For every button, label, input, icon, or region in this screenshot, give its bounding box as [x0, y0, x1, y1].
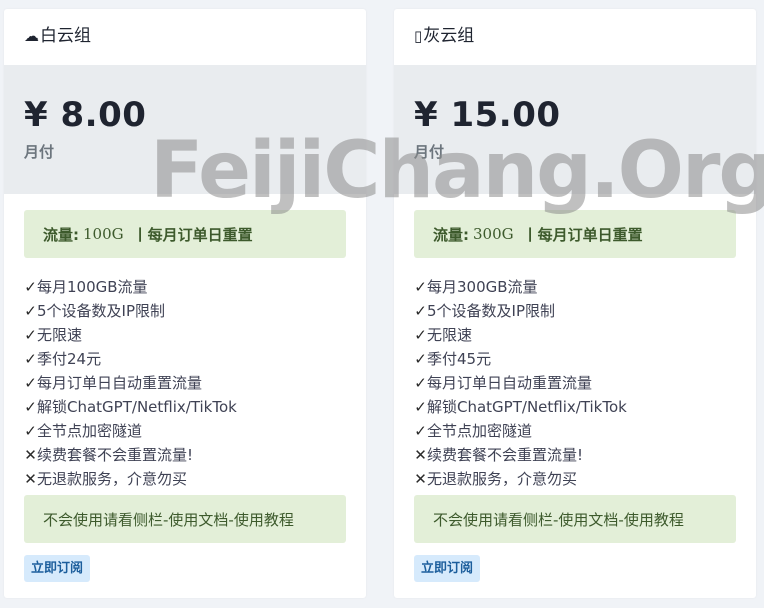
traffic-value: 300G — [473, 225, 514, 243]
feature-item: ✓ 每月100GB流量 — [24, 275, 366, 299]
plan-header: ▯ 灰云组 — [394, 9, 756, 65]
feature-item: ✓ 无限速 — [24, 323, 366, 347]
feature-item: ✕ 续费套餐不会重置流量! — [414, 443, 756, 467]
check-icon: ✓ — [414, 374, 427, 392]
cross-icon: ✕ — [414, 446, 427, 464]
subscribe-button[interactable]: 立即订阅 — [414, 555, 481, 582]
price-band: ¥ 8.00 月付 — [4, 65, 366, 194]
cross-icon: ✕ — [24, 446, 37, 464]
feature-text: 续费套餐不会重置流量! — [427, 446, 584, 464]
check-icon: ✓ — [24, 374, 37, 392]
feature-item: ✓ 全节点加密隧道 — [414, 419, 756, 443]
traffic-value: 100G — [83, 225, 124, 243]
feature-item: ✓ 解锁ChatGPT/Netflix/TikTok — [414, 395, 756, 419]
feature-item: ✕ 无退款服务，介意勿买 — [24, 467, 366, 491]
subscribe-button[interactable]: 立即订阅 — [24, 555, 91, 582]
feature-text: 5个设备数及IP限制 — [37, 302, 166, 320]
plan-card: ☁ 白云组 ¥ 8.00 月付 流量: 100G 丨每月订单日重置 ✓ 每月100… — [4, 9, 366, 598]
check-icon: ✓ — [24, 326, 37, 344]
reset-note: 丨每月订单日重置 — [522, 225, 643, 244]
feature-item: ✓ 全节点加密隧道 — [24, 419, 366, 443]
plan-header: ☁ 白云组 — [4, 9, 366, 65]
feature-item: ✓ 5个设备数及IP限制 — [24, 299, 366, 323]
feature-text: 季付24元 — [37, 350, 102, 368]
feature-text: 解锁ChatGPT/Netflix/TikTok — [37, 398, 237, 416]
feature-text: 季付45元 — [427, 350, 492, 368]
reset-note: 丨每月订单日重置 — [132, 225, 253, 244]
feature-text: 无限速 — [37, 326, 83, 344]
plan-name: 灰云组 — [423, 26, 475, 46]
billing-period: 月付 — [24, 143, 55, 161]
feature-text: 5个设备数及IP限制 — [427, 302, 556, 320]
feature-item: ✓ 每月订单日自动重置流量 — [24, 371, 366, 395]
cross-icon: ✕ — [24, 470, 37, 488]
feature-text: 续费套餐不会重置流量! — [37, 446, 194, 464]
check-icon: ✓ — [24, 350, 37, 368]
feature-text: 每月订单日自动重置流量 — [37, 374, 203, 392]
plan-name: 白云组 — [40, 26, 91, 46]
cloud-icon: ☁ — [24, 27, 39, 45]
feature-text: 每月300GB流量 — [427, 278, 538, 296]
feature-text: 全节点加密隧道 — [427, 422, 533, 440]
traffic-label: 流量: — [433, 225, 469, 244]
feature-item: ✓ 季付24元 — [24, 347, 366, 371]
check-icon: ✓ — [414, 326, 427, 344]
plan-price: ¥ 8.00 — [24, 95, 147, 135]
feature-list: ✓ 每月100GB流量 ✓ 5个设备数及IP限制 ✓ 无限速 ✓ 季付24元 ✓ 每月订单… — [24, 275, 366, 491]
check-icon: ✓ — [24, 302, 37, 320]
plan-price: ¥ 15.00 — [414, 95, 561, 135]
feature-item: ✕ 无退款服务，介意勿买 — [414, 467, 756, 491]
check-icon: ✓ — [24, 278, 37, 296]
traffic-label: 流量: — [43, 225, 79, 244]
traffic-alert: 流量: 300G 丨每月订单日重置 — [414, 210, 736, 258]
feature-text: 无退款服务，介意勿买 — [37, 470, 188, 488]
feature-text: 无退款服务，介意勿买 — [427, 470, 578, 488]
feature-text: 解锁ChatGPT/Netflix/TikTok — [427, 398, 627, 416]
plans-page: ☁ 白云组 ¥ 8.00 月付 流量: 100G 丨每月订单日重置 ✓ 每月100… — [0, 0, 764, 608]
feature-text: 每月订单日自动重置流量 — [427, 374, 593, 392]
feature-item: ✓ 无限速 — [414, 323, 756, 347]
feature-text: 无限速 — [427, 326, 473, 344]
traffic-alert: 流量: 100G 丨每月订单日重置 — [24, 210, 346, 258]
check-icon: ✓ — [414, 350, 427, 368]
feature-list: ✓ 每月300GB流量 ✓ 5个设备数及IP限制 ✓ 无限速 ✓ 季付45元 ✓ 每月订单… — [414, 275, 756, 491]
feature-item: ✓ 每月300GB流量 — [414, 275, 756, 299]
missing-glyph-icon: ▯ — [414, 27, 423, 45]
check-icon: ✓ — [414, 302, 427, 320]
usage-note: 不会使用请看侧栏-使用文档-使用教程 — [414, 495, 736, 543]
feature-item: ✕ 续费套餐不会重置流量! — [24, 443, 366, 467]
check-icon: ✓ — [414, 278, 427, 296]
plan-card: ▯ 灰云组 ¥ 15.00 月付 流量: 300G 丨每月订单日重置 ✓ 每月30… — [394, 9, 756, 598]
cross-icon: ✕ — [414, 470, 427, 488]
check-icon: ✓ — [24, 422, 37, 440]
billing-period: 月付 — [414, 143, 445, 161]
feature-item: ✓ 每月订单日自动重置流量 — [414, 371, 756, 395]
feature-item: ✓ 季付45元 — [414, 347, 756, 371]
check-icon: ✓ — [414, 398, 427, 416]
check-icon: ✓ — [414, 422, 427, 440]
usage-note: 不会使用请看侧栏-使用文档-使用教程 — [24, 495, 346, 543]
feature-item: ✓ 解锁ChatGPT/Netflix/TikTok — [24, 395, 366, 419]
feature-text: 全节点加密隧道 — [37, 422, 143, 440]
check-icon: ✓ — [24, 398, 37, 416]
feature-item: ✓ 5个设备数及IP限制 — [414, 299, 756, 323]
feature-text: 每月100GB流量 — [37, 278, 148, 296]
price-band: ¥ 15.00 月付 — [394, 65, 756, 194]
